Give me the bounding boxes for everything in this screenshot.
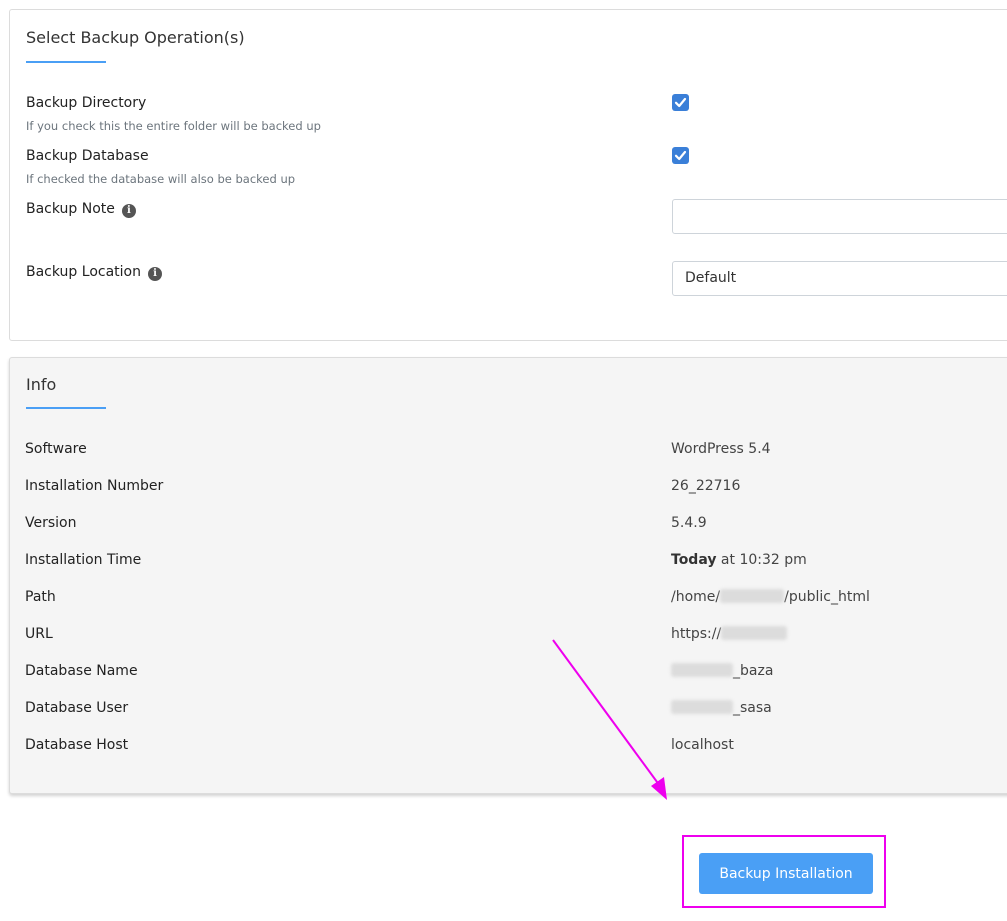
info-value-url: https:// [671, 626, 788, 642]
backup-directory-checkbox[interactable] [672, 94, 689, 111]
info-value-database-host: localhost [671, 737, 734, 753]
backup-location-label: Backup Location [26, 264, 141, 280]
info-value-software: WordPress 5.4 [671, 441, 771, 457]
redacted-text [671, 700, 733, 714]
redacted-text [671, 663, 733, 677]
backup-note-input[interactable] [672, 199, 1007, 234]
info-icon[interactable]: i [121, 204, 136, 218]
backup-database-help: If checked the database will also be bac… [26, 172, 296, 186]
info-value-installation-time: Today at 10:32 pm [671, 552, 807, 568]
info-label-software: Software [25, 441, 87, 457]
backup-location-row: Backup Location i [26, 264, 162, 281]
path-suffix: /public_html [784, 589, 870, 605]
info-panel: Info Software WordPress 5.4 Installation… [9, 357, 1007, 794]
title-underline [26, 407, 106, 409]
info-label-database-host: Database Host [25, 737, 129, 753]
info-label-installation-number: Installation Number [25, 478, 164, 494]
backup-note-label: Backup Note [26, 201, 115, 217]
info-value-database-user: _sasa [671, 700, 772, 716]
info-label-url: URL [25, 626, 53, 642]
info-label-installation-time: Installation Time [25, 552, 142, 568]
backup-installation-button[interactable]: Backup Installation [699, 853, 873, 894]
info-label-database-name: Database Name [25, 663, 138, 679]
info-title: Info [26, 375, 57, 394]
backup-location-select[interactable]: Default [672, 261, 1007, 296]
database-user-suffix: _sasa [733, 700, 772, 716]
backup-operations-panel: Select Backup Operation(s) Backup Direct… [9, 9, 1007, 341]
backup-directory-label: Backup Directory [26, 95, 147, 111]
info-value-database-name: _baza [671, 663, 773, 679]
redacted-text [721, 626, 788, 640]
title-underline [26, 61, 106, 63]
database-name-suffix: _baza [733, 663, 774, 679]
installation-time-rest: at 10:32 pm [716, 552, 807, 568]
info-label-path: Path [25, 589, 56, 605]
info-value-installation-number: 26_22716 [671, 478, 741, 494]
checkmark-icon [674, 150, 687, 161]
installation-time-day: Today [671, 552, 717, 568]
info-label-database-user: Database User [25, 700, 129, 716]
backup-operations-title: Select Backup Operation(s) [26, 28, 245, 47]
path-prefix: /home/ [671, 589, 721, 605]
backup-directory-help: If you check this the entire folder will… [26, 119, 321, 133]
info-icon[interactable]: i [147, 267, 162, 281]
redacted-text [720, 589, 785, 603]
backup-note-row: Backup Note i [26, 201, 136, 218]
url-prefix: https:// [671, 626, 722, 642]
info-label-version: Version [25, 515, 77, 531]
backup-database-checkbox[interactable] [672, 147, 689, 164]
checkmark-icon [674, 97, 687, 108]
info-value-path: /home/ /public_html [671, 589, 870, 605]
backup-database-label: Backup Database [26, 148, 149, 164]
info-value-version: 5.4.9 [671, 515, 707, 531]
